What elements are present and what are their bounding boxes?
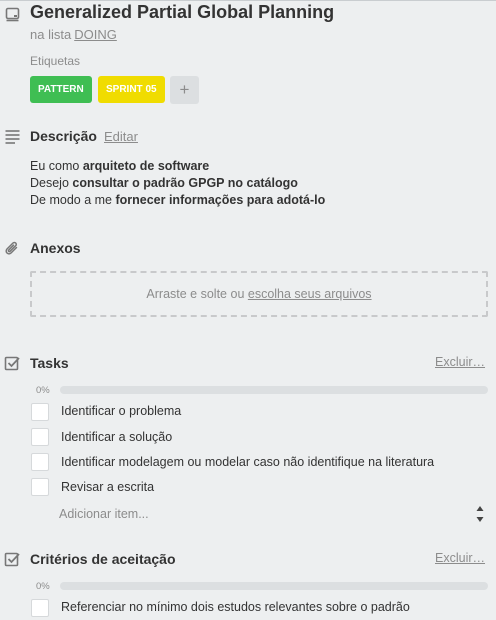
description-lines-icon [4,128,21,145]
checklist-item[interactable]: Identificar o problema [61,404,181,418]
delete-checklist-button[interactable]: Excluir… [435,551,485,565]
checklist-item[interactable]: Identificar modelagem ou modelar caso nã… [61,455,434,469]
card-title[interactable]: Generalized Partial Global Planning [30,2,334,23]
checklist-title[interactable]: Critérios de aceitação [30,551,176,567]
label-sprint[interactable]: SPRINT 05 [98,76,165,103]
checklist-item[interactable]: Revisar a escrita [61,480,154,494]
description-line: Desejo consultar o padrão GPGP no catálo… [30,176,298,190]
list-prefix: na lista [30,27,72,42]
progress-percent: 0% [36,385,50,396]
add-label-button[interactable]: + [170,76,199,104]
checklist-title[interactable]: Tasks [30,355,69,371]
checklist-item-checkbox[interactable] [31,453,49,471]
list-info: na lista DOING [30,27,117,42]
card-icon [4,6,21,23]
checklist-item[interactable]: Identificar a solução [61,430,172,444]
checklist-item-checkbox[interactable] [31,599,49,617]
checklist-item-checkbox[interactable] [31,403,49,421]
progress-bar [60,386,488,394]
checkbox-icon [4,551,21,568]
attachment-dropzone[interactable]: Arraste e solte ou escolha seus arquivos [30,271,488,317]
progress-bar [60,582,488,590]
attachments-heading: Anexos [30,240,81,256]
dropzone-text: Arraste e solte ou [146,287,245,301]
checklist-item-checkbox[interactable] [31,478,49,496]
add-item-input[interactable]: Adicionar item... [59,507,149,521]
description-line: Eu como arquiteto de software [30,159,210,173]
choose-files-link[interactable]: escolha seus arquivos [248,287,372,301]
resize-arrows-icon[interactable] [474,502,486,526]
description-line: De modo a me fornecer informações para a… [30,193,326,207]
checklist-item-checkbox[interactable] [31,428,49,446]
description-heading: Descrição [30,128,97,144]
delete-checklist-button[interactable]: Excluir… [435,355,485,369]
checkbox-icon [4,355,21,372]
checklist-item[interactable]: Referenciar no mínimo dois estudos relev… [61,600,410,614]
label-pattern[interactable]: PATTERN [30,76,92,103]
edit-description-link[interactable]: Editar [104,129,138,144]
progress-percent: 0% [36,581,50,592]
labels-heading: Etiquetas [30,54,81,68]
paperclip-icon [4,240,21,257]
top-divider [0,0,496,1]
list-link[interactable]: DOING [74,27,117,42]
